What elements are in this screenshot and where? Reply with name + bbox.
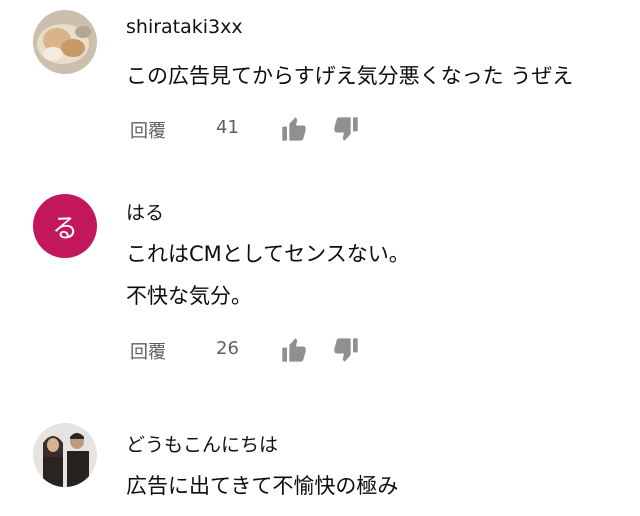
comment-author[interactable]: どうもこんにちは [126, 430, 278, 457]
comment-text: 広告に出てきて不愉快の極み [126, 474, 399, 498]
comment-item: どうもこんにちは 広告に出てきて不愉快の極み [0, 0, 640, 516]
avatar[interactable] [33, 423, 97, 487]
avatar-people-photo [33, 423, 97, 487]
